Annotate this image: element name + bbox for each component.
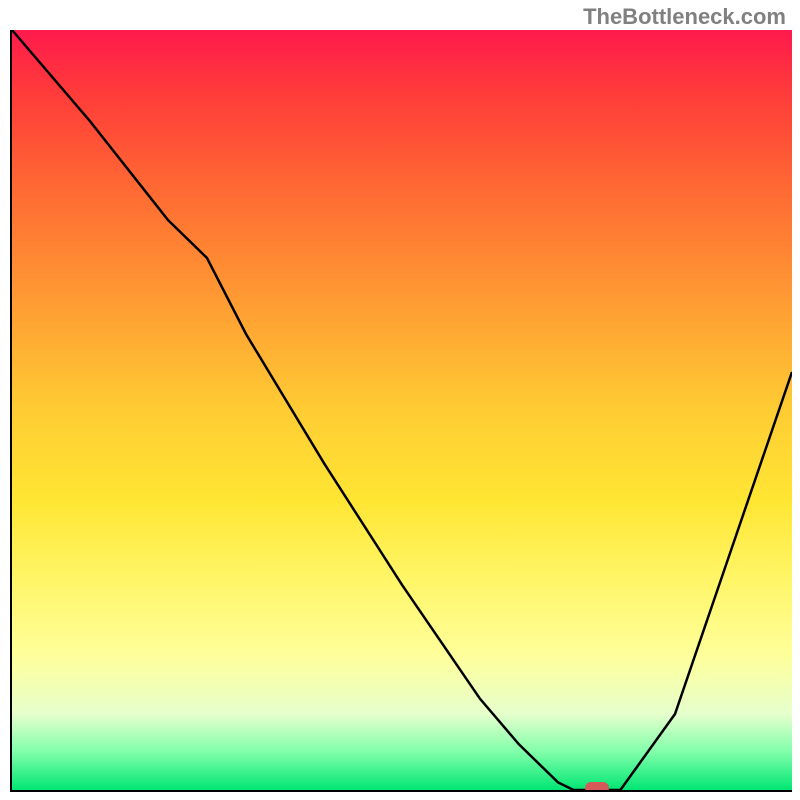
watermark-text: TheBottleneck.com <box>583 4 786 30</box>
chart-svg <box>12 30 792 790</box>
chart-plot-area <box>10 30 792 792</box>
optimal-marker <box>585 782 609 790</box>
bottleneck-curve <box>12 30 792 790</box>
